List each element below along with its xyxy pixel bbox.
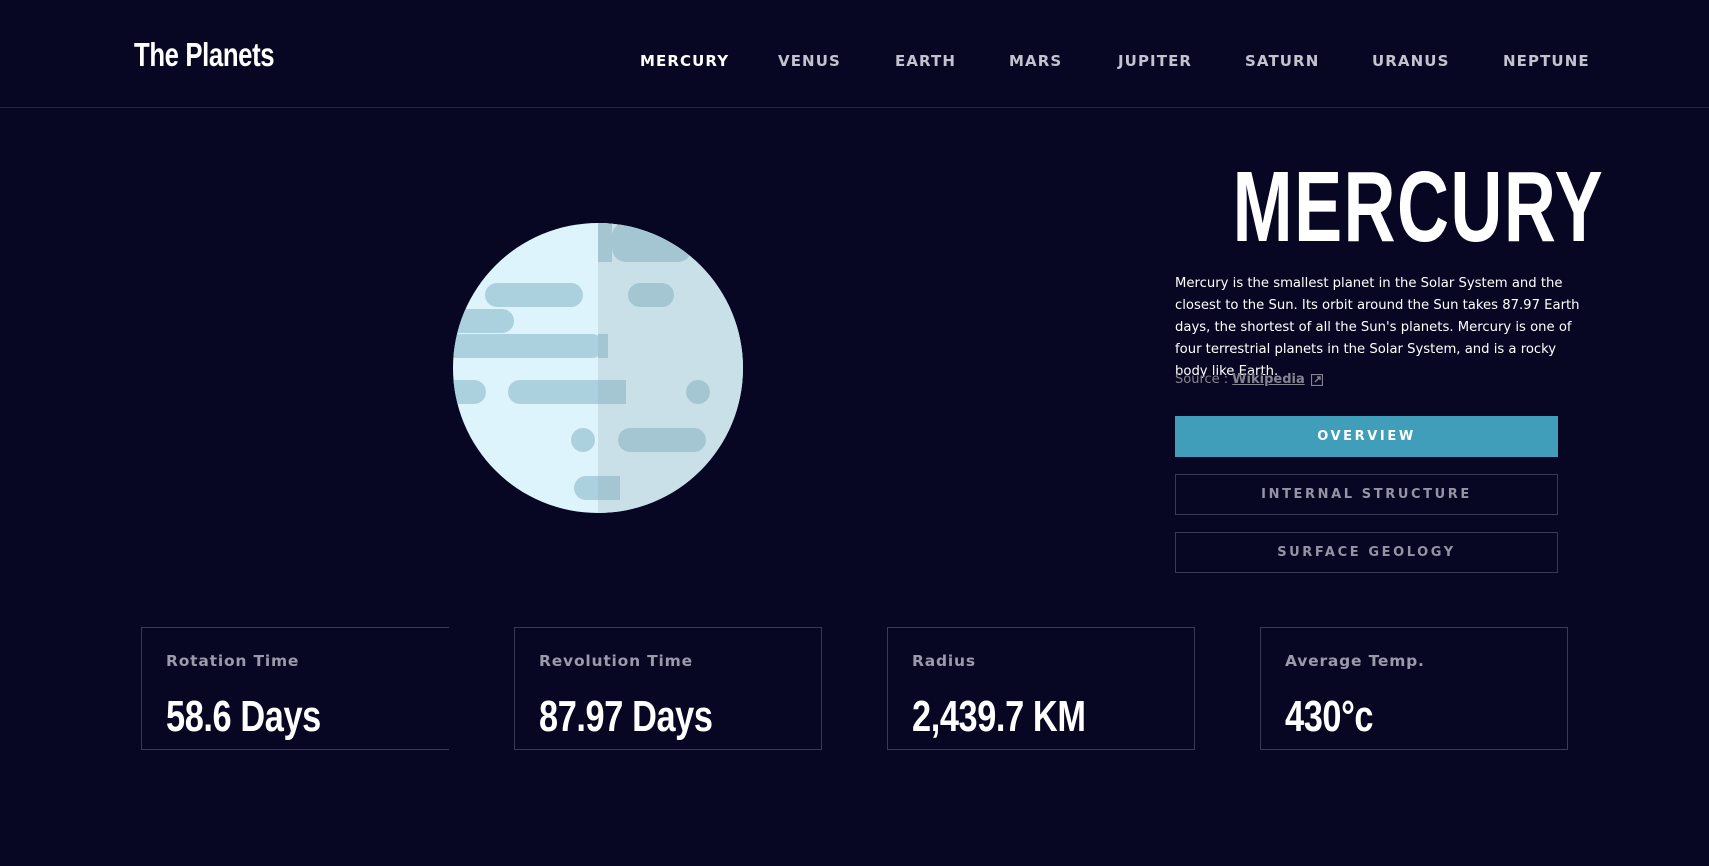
stat-rotation-time: Rotation Time 58.6 Days: [141, 627, 449, 750]
planet-description: Mercury is the smallest planet in the So…: [1175, 276, 1580, 379]
nav-item-mars[interactable]: MARS: [1009, 52, 1062, 70]
planet-title: MERCURY: [1232, 151, 1605, 263]
nav-item-neptune[interactable]: NEPTUNE: [1503, 52, 1590, 70]
tab-surface-geology[interactable]: SURFACE GEOLOGY: [1175, 532, 1558, 573]
stat-label: Rotation Time: [166, 652, 300, 670]
nav-item-earth[interactable]: EARTH: [895, 52, 956, 70]
nav-item-mercury[interactable]: MERCURY: [640, 52, 729, 70]
planet-mercury-icon: [452, 222, 744, 514]
stat-revolution-time: Revolution Time 87.97 Days: [514, 627, 822, 750]
stat-value: 58.6 Days: [166, 692, 321, 741]
stat-label: Revolution Time: [539, 652, 693, 670]
tab-internal-structure[interactable]: INTERNAL STRUCTURE: [1175, 474, 1558, 515]
nav-item-jupiter[interactable]: JUPITER: [1118, 52, 1192, 70]
nav-item-uranus[interactable]: URANUS: [1372, 52, 1449, 70]
wikipedia-link[interactable]: Wikipedia: [1232, 372, 1305, 387]
tab-overview[interactable]: OVERVIEW: [1175, 416, 1558, 457]
nav-item-venus[interactable]: VENUS: [778, 52, 841, 70]
stat-label: Average Temp.: [1285, 652, 1425, 670]
stat-label: Radius: [912, 652, 976, 670]
planet-illustration: [453, 223, 743, 513]
site-logo[interactable]: The Planets: [134, 36, 275, 74]
source-line: Source : Wikipedia: [1175, 372, 1323, 387]
nav-item-saturn[interactable]: SATURN: [1245, 52, 1319, 70]
stat-value: 430°c: [1285, 692, 1374, 741]
stat-value: 2,439.7 KM: [912, 692, 1086, 741]
site-header: The Planets MERCURY VENUS EARTH MARS JUP…: [0, 0, 1709, 108]
stat-value: 87.97 Days: [539, 692, 713, 741]
stat-average-temp: Average Temp. 430°c: [1260, 627, 1568, 750]
external-link-icon[interactable]: [1310, 373, 1323, 386]
source-prefix: Source :: [1175, 372, 1229, 387]
stat-radius: Radius 2,439.7 KM: [887, 627, 1195, 750]
